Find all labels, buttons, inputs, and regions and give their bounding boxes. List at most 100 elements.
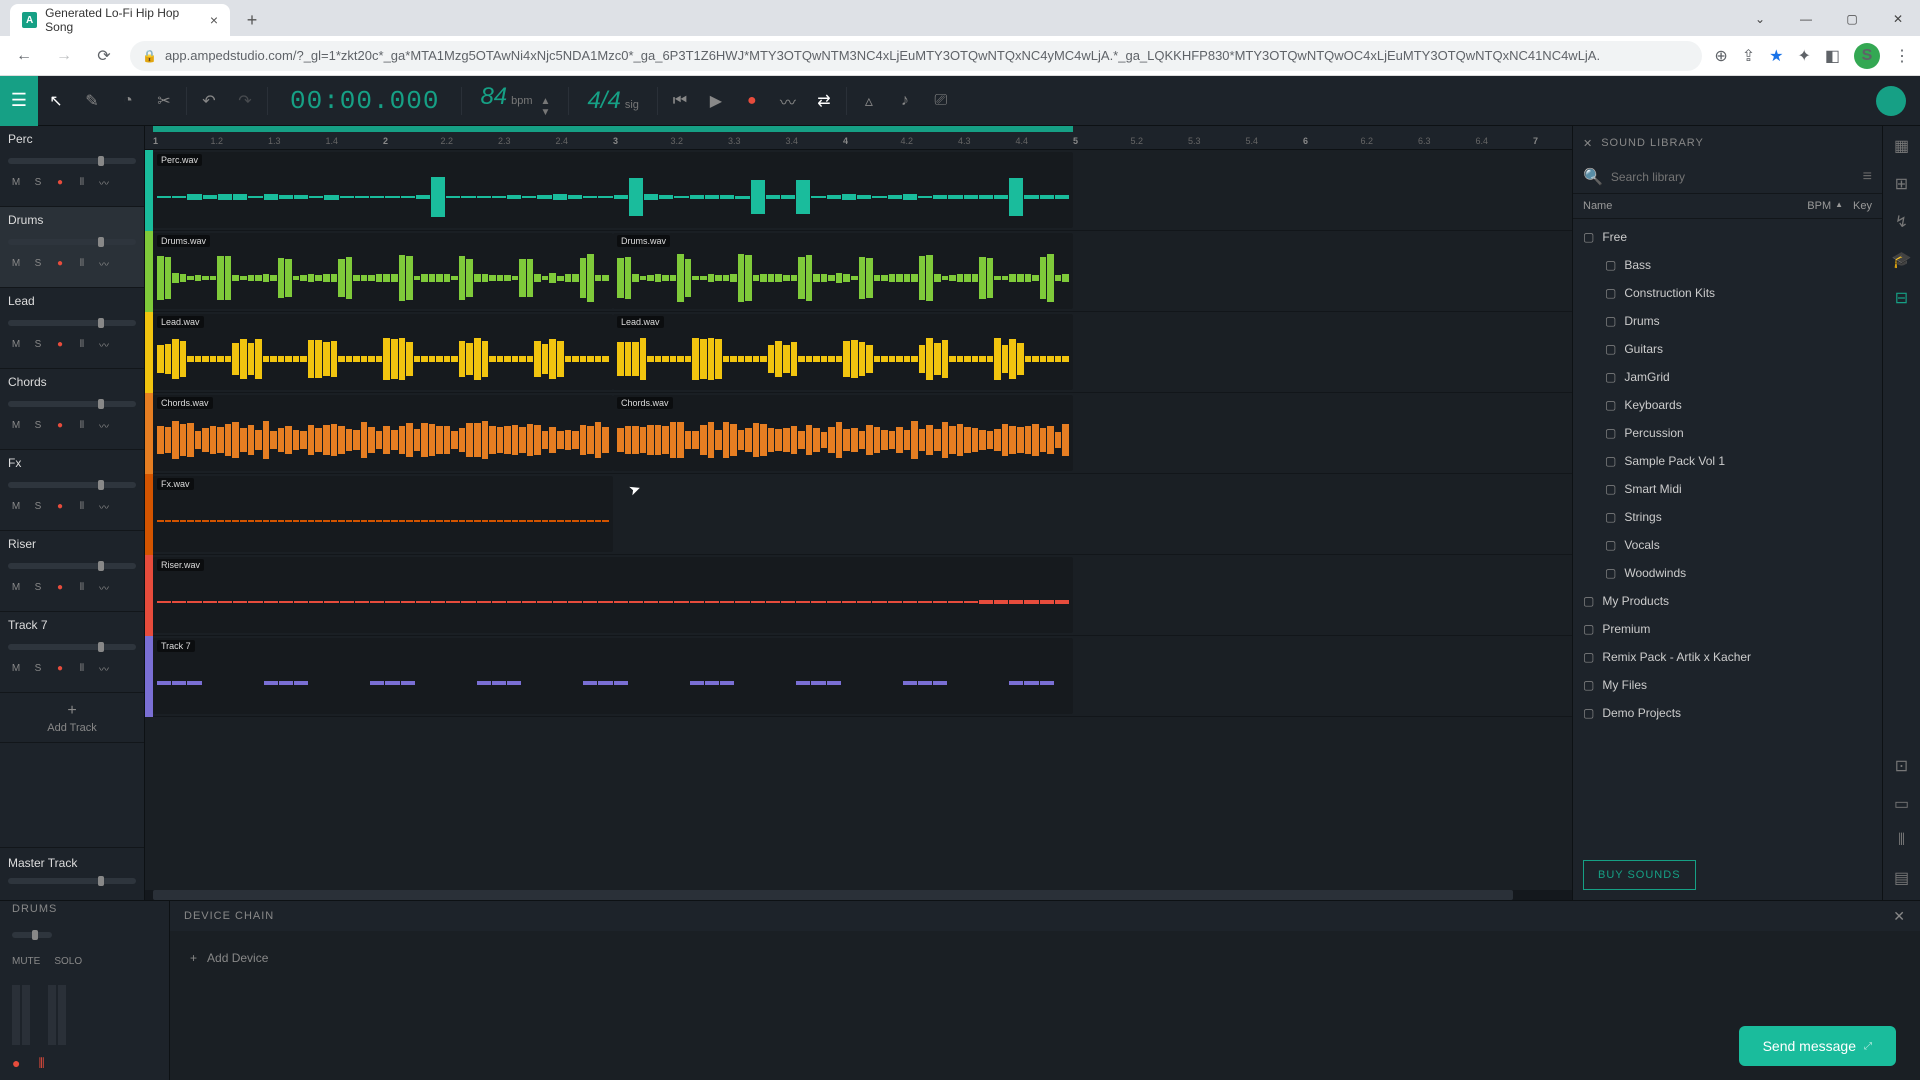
record-arm-icon[interactable]: ● [52,501,68,512]
library-folder-item[interactable]: ▢Free [1573,223,1882,251]
library-folder-item[interactable]: ▢Premium [1573,615,1882,643]
record-arm-icon[interactable]: ● [52,339,68,350]
automation-icon[interactable]: 〰 [770,76,806,126]
master-volume-slider[interactable] [8,878,136,884]
audio-clip[interactable]: Lead.wav [153,314,613,390]
automation-icon[interactable]: 〰 [96,661,112,676]
piano-icon[interactable]: ⦀ [38,1055,44,1072]
audio-clip[interactable]: Chords.wav [153,395,613,471]
maximize-icon[interactable]: ▢ [1830,4,1874,34]
solo-button[interactable]: S [30,258,46,269]
library-search-input[interactable] [1611,170,1855,184]
library-folder-item[interactable]: ▢Demo Projects [1573,699,1882,727]
piano-icon[interactable]: ⦀ [74,258,90,269]
buy-sounds-button[interactable]: BUY SOUNDS [1583,860,1696,890]
track-lane[interactable]: Lead.wavLead.wav [153,312,1572,393]
new-tab-button[interactable]: + [238,6,266,34]
share-icon[interactable]: ⇪ [1742,46,1755,66]
track-volume-slider[interactable] [8,401,136,407]
library-folder-item[interactable]: ▢Guitars [1573,335,1882,363]
solo-button[interactable]: S [30,177,46,188]
mute-button[interactable]: MUTE [12,956,40,967]
piano-icon[interactable]: ⦀ [74,501,90,512]
library-folder-item[interactable]: ▢My Products [1573,587,1882,615]
send-message-button[interactable]: Send message ⤢ [1739,1026,1896,1066]
solo-button[interactable]: S [30,582,46,593]
panel-toggle-9-icon[interactable]: ▤ [1894,868,1909,888]
piano-icon[interactable]: ⦀ [74,339,90,350]
forward-button[interactable]: → [50,42,78,70]
reload-button[interactable]: ⟳ [90,42,118,70]
piano-icon[interactable]: ⦀ [74,177,90,188]
audio-clip[interactable]: Drums.wav [153,233,613,309]
extensions-icon[interactable]: ✦ [1797,46,1810,66]
mute-button[interactable]: M [8,258,24,269]
solo-button[interactable]: S [30,501,46,512]
record-arm-icon[interactable]: ● [52,258,68,269]
track-lane[interactable]: Chords.wavChords.wav [153,393,1572,474]
close-window-icon[interactable]: ✕ [1876,4,1920,34]
library-folder-item[interactable]: ▢Keyboards [1573,391,1882,419]
tempo-stepper-icon[interactable]: ▲▼ [541,96,551,118]
track-lane[interactable]: Fx.wav [153,474,1572,555]
add-device-button[interactable]: + Add Device [190,951,268,965]
close-library-icon[interactable]: ✕ [1583,137,1593,150]
library-folder-item[interactable]: ▢JamGrid [1573,363,1882,391]
mute-button[interactable]: M [8,663,24,674]
track-lane[interactable]: Drums.wavDrums.wav [153,231,1572,312]
close-tab-icon[interactable]: × [210,12,218,28]
library-folder-item[interactable]: ▢Woodwinds [1573,559,1882,587]
time-display[interactable]: 00:00.000 [272,86,457,116]
library-folder-item[interactable]: ▢Construction Kits [1573,279,1882,307]
track-volume-slider[interactable] [12,932,52,938]
library-folder-item[interactable]: ▢Bass [1573,251,1882,279]
record-arm-icon[interactable]: ● [12,1055,20,1072]
audio-clip[interactable]: Perc.wav [153,152,1073,228]
stopwatch-tool-icon[interactable]: ◔ [110,76,146,126]
library-folder-item[interactable]: ▢Percussion [1573,419,1882,447]
library-folder-item[interactable]: ▢Smart Midi [1573,475,1882,503]
track-header[interactable]: Drums M S ● ⦀ 〰 [0,207,144,288]
undo-button[interactable]: ↶ [191,76,227,126]
track-volume-slider[interactable] [8,644,136,650]
clips-area[interactable]: ➤ Perc.wavDrums.wavDrums.wavLead.wavLead… [145,150,1572,900]
skip-start-icon[interactable]: ⏮ [662,76,698,126]
automation-icon[interactable]: 〰 [96,418,112,433]
panel-toggle-3-icon[interactable]: ↯ [1895,212,1908,232]
pencil-tool-icon[interactable]: ✎ [74,76,110,126]
track-header[interactable]: Perc M S ● ⦀ 〰 [0,126,144,207]
url-field[interactable]: 🔒 app.ampedstudio.com/?_gl=1*zkt20c*_ga*… [130,41,1702,71]
solo-button[interactable]: SOLO [54,956,82,967]
library-folder-item[interactable]: ▢Remix Pack - Artik x Kacher [1573,643,1882,671]
mute-button[interactable]: M [8,501,24,512]
record-arm-icon[interactable]: ● [52,177,68,188]
track-header[interactable]: Track 7 M S ● ⦀ 〰 [0,612,144,693]
play-button[interactable]: ▶ [698,76,734,126]
time-signature-control[interactable]: 4/4 sig [573,87,652,115]
loop-region[interactable] [153,126,1073,132]
master-track[interactable]: Master Track [0,847,144,900]
mute-button[interactable]: M [8,339,24,350]
record-arm-icon[interactable]: ● [52,420,68,431]
piano-icon[interactable]: ⦀ [74,582,90,593]
record-arm-icon[interactable]: ● [52,663,68,674]
audio-clip[interactable]: Riser.wav [153,557,1073,633]
solo-button[interactable]: S [30,339,46,350]
panel-toggle-6-icon[interactable]: ⊡ [1895,756,1908,776]
audio-clip[interactable]: Drums.wav [613,233,1073,309]
user-avatar[interactable] [1876,86,1906,116]
track-volume-slider[interactable] [8,563,136,569]
panel-toggle-7-icon[interactable]: ▭ [1894,794,1909,814]
minimize-icon[interactable]: — [1784,4,1828,34]
track-volume-slider[interactable] [8,482,136,488]
library-folder-item[interactable]: ▢Vocals [1573,531,1882,559]
cut-tool-icon[interactable]: ✂ [146,76,182,126]
library-folder-item[interactable]: ▢Drums [1573,307,1882,335]
track-header[interactable]: Fx M S ● ⦀ 〰 [0,450,144,531]
pointer-tool-icon[interactable]: ↖ [38,76,74,126]
panel-toggle-4-icon[interactable]: 🎓 [1892,250,1912,270]
track-header[interactable]: Chords M S ● ⦀ 〰 [0,369,144,450]
record-button[interactable]: ● [734,76,770,126]
back-button[interactable]: ← [10,42,38,70]
loop-icon[interactable]: ⇄ [806,76,842,126]
